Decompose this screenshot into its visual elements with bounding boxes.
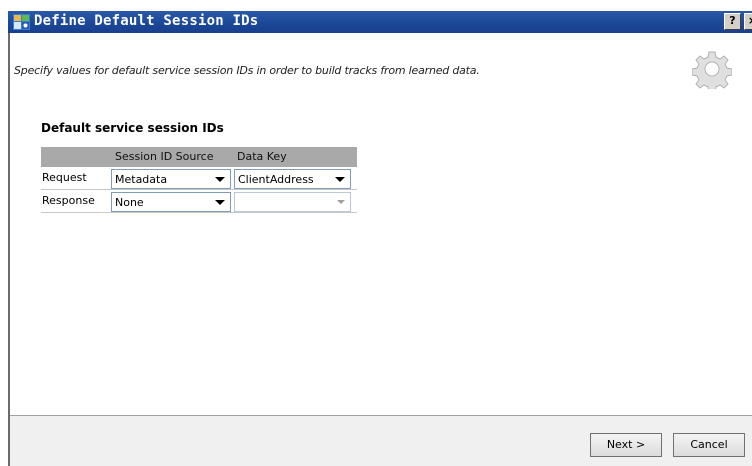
row-label-request: Request [42, 171, 87, 184]
dialog-footer: Next > Cancel [10, 415, 752, 466]
request-source-value: Metadata [115, 173, 168, 186]
response-source-value: None [115, 196, 144, 209]
table-row: Response None [41, 190, 357, 213]
grid-header-data-key: Data Key [237, 150, 287, 163]
chevron-down-icon[interactable] [335, 177, 345, 182]
response-data-key-select[interactable] [234, 192, 351, 212]
table-row: Request Metadata ClientAddress [41, 167, 357, 190]
dialog-window: Define Default Session IDs ? × Specify v… [0, 0, 752, 466]
request-data-key-value: ClientAddress [238, 173, 314, 186]
next-button[interactable]: Next > [590, 433, 662, 457]
close-button[interactable]: × [744, 13, 752, 30]
help-button[interactable]: ? [724, 13, 741, 30]
title-bar[interactable]: Define Default Session IDs ? × [8, 11, 752, 33]
gear-icon [692, 51, 732, 89]
chevron-down-icon[interactable] [215, 200, 225, 205]
grid-header-source: Session ID Source [115, 150, 214, 163]
dialog-description: Specify values for default service sessi… [14, 64, 480, 77]
grid-header: Session ID Source Data Key [41, 147, 357, 167]
request-source-select[interactable]: Metadata [111, 169, 231, 189]
chevron-down-icon[interactable] [215, 177, 225, 182]
row-label-response: Response [42, 194, 95, 207]
response-source-select[interactable]: None [111, 192, 231, 212]
app-icon [13, 14, 30, 30]
window-left-border [8, 30, 10, 466]
section-title: Default service session IDs [41, 121, 224, 135]
chevron-down-icon[interactable] [337, 200, 345, 204]
request-data-key-select[interactable]: ClientAddress [234, 169, 351, 189]
window-title: Define Default Session IDs [34, 13, 259, 29]
session-id-grid: Session ID Source Data Key Request Metad… [41, 147, 357, 213]
cancel-button[interactable]: Cancel [673, 433, 745, 457]
